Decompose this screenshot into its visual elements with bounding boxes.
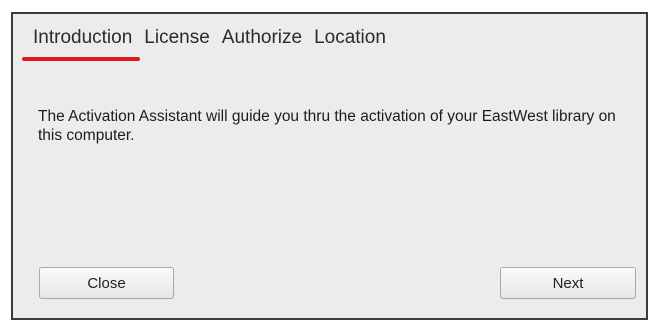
tab-authorize[interactable]: Authorize	[222, 26, 302, 50]
next-button[interactable]: Next	[500, 267, 636, 299]
tab-license[interactable]: License	[144, 26, 210, 50]
close-button[interactable]: Close	[39, 267, 174, 299]
intro-message: The Activation Assistant will guide you …	[38, 108, 616, 144]
activation-assistant-window: Introduction License Authorize Location …	[11, 12, 648, 320]
step-tabs: Introduction License Authorize Location	[21, 26, 398, 61]
tab-introduction[interactable]: Introduction	[21, 26, 141, 61]
tab-location[interactable]: Location	[314, 26, 386, 50]
